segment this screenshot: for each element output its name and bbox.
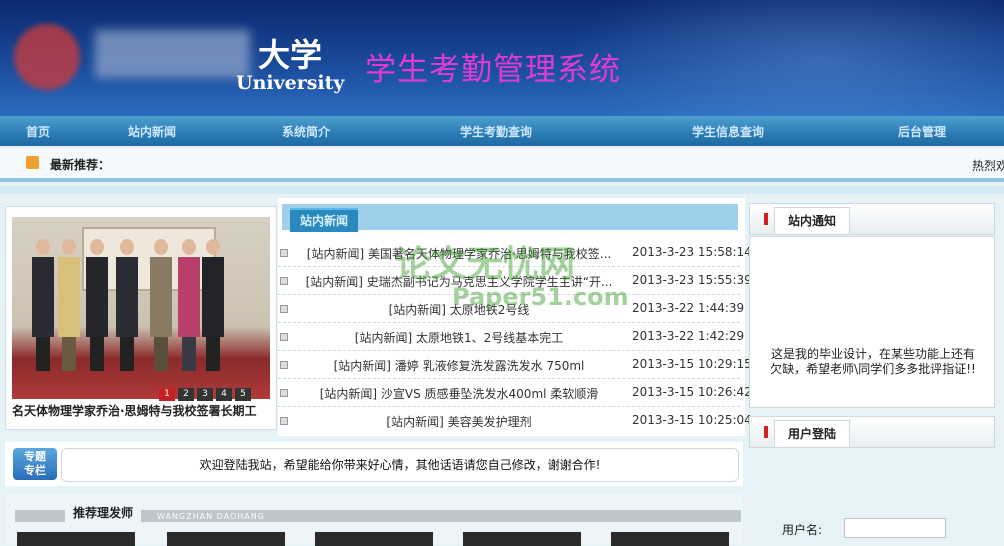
nav-intro[interactable]: 系统简介 bbox=[282, 123, 330, 140]
nav-news[interactable]: 站内新闻 bbox=[128, 123, 176, 140]
barber-photo[interactable] bbox=[315, 532, 433, 546]
badge-line-2: 专栏 bbox=[24, 464, 46, 477]
username-label: 用户名: bbox=[782, 523, 823, 537]
nav-student-query[interactable]: 学生信息查询 bbox=[692, 123, 764, 140]
news-slideshow: 12345 名天体物理学家乔治·思姆特与我校签署长期工 bbox=[5, 206, 277, 430]
blurred-university-name bbox=[95, 30, 250, 78]
welcome-bar: 专题 专栏 欢迎登陆我站，希望能给你带来好心情，其他话语请您自己修改，谢谢合作! bbox=[5, 442, 743, 486]
slide-page-5[interactable]: 5 bbox=[235, 388, 251, 401]
banner-glow bbox=[560, 0, 1004, 116]
site-watermark: 论文无忧网 bbox=[395, 244, 576, 285]
slide-page-4[interactable]: 4 bbox=[216, 388, 232, 401]
recommend-label: 推荐理发师 bbox=[65, 504, 142, 522]
login-header: 用户登陆 bbox=[749, 416, 995, 448]
system-title: 学生考勤管理系统 bbox=[365, 52, 621, 88]
barber-photo[interactable] bbox=[611, 532, 729, 546]
news-row[interactable]: [站内新闻] 美容美发护理剂 2013-3-15 10:25:04 bbox=[278, 406, 752, 434]
slide-page-3[interactable]: 3 bbox=[197, 388, 213, 401]
notice-text: 这是我的毕业设计，在某些功能上还有欠缺，希望老师\同学们多多批评指证!! bbox=[770, 347, 976, 376]
news-row[interactable]: [站内新闻] 太原地铁1、2号线基本完工 2013-3-22 1:42:29 bbox=[278, 322, 744, 351]
news-title[interactable]: [站内新闻] 沙宣VS 质感垂坠洗发水400ml 柔软顺滑 bbox=[292, 385, 626, 402]
slideshow-pager: 12345 bbox=[156, 385, 251, 401]
news-header: 站内新闻 bbox=[282, 204, 738, 232]
bullet-icon bbox=[280, 389, 288, 397]
bullet-icon bbox=[280, 333, 288, 341]
barber-photo[interactable] bbox=[17, 532, 135, 546]
university-name-en: University bbox=[236, 72, 345, 94]
divider-strip bbox=[0, 186, 1004, 194]
bullet-icon bbox=[280, 417, 288, 425]
news-row[interactable]: [站内新闻] 潘婷 乳液修复洗发露洗发水 750ml 2013-3-15 10:2… bbox=[278, 350, 752, 379]
welcome-message: 欢迎登陆我站，希望能给你带来好心情，其他话语请您自己修改，谢谢合作! bbox=[61, 448, 739, 482]
username-input[interactable] bbox=[844, 518, 946, 538]
nav-attendance-query[interactable]: 学生考勤查询 bbox=[460, 123, 532, 140]
nav-admin[interactable]: 后台管理 bbox=[898, 123, 946, 140]
red-marker-icon bbox=[764, 426, 768, 438]
recommend-watermark: WANGZHAN DAOHANG bbox=[157, 512, 265, 521]
news-date: 2013-3-22 1:42:29 bbox=[632, 329, 745, 343]
site-banner: 大学 University 学生考勤管理系统 bbox=[0, 0, 1004, 116]
news-date: 2013-3-15 10:29:15 bbox=[632, 357, 752, 371]
bullet-icon bbox=[280, 361, 288, 369]
ticker-label: 最新推荐： bbox=[50, 158, 111, 172]
bullet-icon bbox=[280, 249, 288, 257]
slideshow-photo[interactable] bbox=[12, 217, 270, 399]
slide-page-1[interactable]: 1 bbox=[159, 388, 175, 401]
ticker-scroll-text[interactable]: 热烈欢 bbox=[972, 157, 1004, 174]
news-title[interactable]: [站内新闻] 潘婷 乳液修复洗发露洗发水 750ml bbox=[292, 357, 626, 374]
news-panel: 站内新闻 [站内新闻] 美国著名天体物理学家乔治·思姆特与我校签... 2013-… bbox=[278, 198, 752, 436]
news-title[interactable]: [站内新闻] 太原地铁1、2号线基本完工 bbox=[292, 329, 626, 346]
university-name-cn: 大学 bbox=[258, 36, 323, 74]
news-date: 2013-3-15 10:26:42 bbox=[632, 385, 752, 399]
speaker-icon bbox=[26, 156, 39, 169]
badge-line-1: 专题 bbox=[24, 450, 46, 463]
recommend-ticker: 最新推荐： 热烈欢 bbox=[0, 148, 1004, 182]
slide-page-2[interactable]: 2 bbox=[178, 388, 194, 401]
red-marker-icon bbox=[764, 213, 768, 225]
main-nav: 首页 站内新闻 系统简介 学生考勤查询 学生信息查询 后台管理 bbox=[0, 116, 1004, 146]
bullet-icon bbox=[280, 305, 288, 313]
notice-header: 站内通知 bbox=[749, 203, 995, 235]
barber-photo[interactable] bbox=[167, 532, 285, 546]
tab-news[interactable]: 站内新闻 bbox=[290, 208, 358, 232]
notice-panel: 这是我的毕业设计，在某些功能上还有欠缺，希望老师\同学们多多批评指证!! bbox=[749, 236, 995, 408]
tab-notice[interactable]: 站内通知 bbox=[774, 207, 850, 234]
news-title[interactable]: [站内新闻] 美容美发护理剂 bbox=[292, 413, 626, 430]
university-logo bbox=[14, 24, 80, 90]
news-date: 2013-3-22 1:44:39 bbox=[632, 301, 745, 315]
news-row[interactable]: [站内新闻] 沙宣VS 质感垂坠洗发水400ml 柔软顺滑 2013-3-15 1… bbox=[278, 378, 752, 407]
nav-home[interactable]: 首页 bbox=[26, 123, 50, 140]
topic-column-badge[interactable]: 专题 专栏 bbox=[13, 448, 57, 480]
site-watermark-en: Paper51.com bbox=[452, 283, 629, 311]
news-date: 2013-3-15 10:25:04 bbox=[632, 413, 752, 427]
slideshow-caption[interactable]: 名天体物理学家乔治·思姆特与我校签署长期工 bbox=[12, 402, 274, 419]
tab-login[interactable]: 用户登陆 bbox=[774, 420, 850, 447]
news-date: 2013-3-23 15:58:14 bbox=[632, 245, 752, 259]
recommend-section: 推荐理发师 WANGZHAN DAOHANG bbox=[5, 494, 743, 546]
news-date: 2013-3-23 15:55:39 bbox=[632, 273, 752, 287]
bullet-icon bbox=[280, 277, 288, 285]
barber-photo[interactable] bbox=[463, 532, 581, 546]
